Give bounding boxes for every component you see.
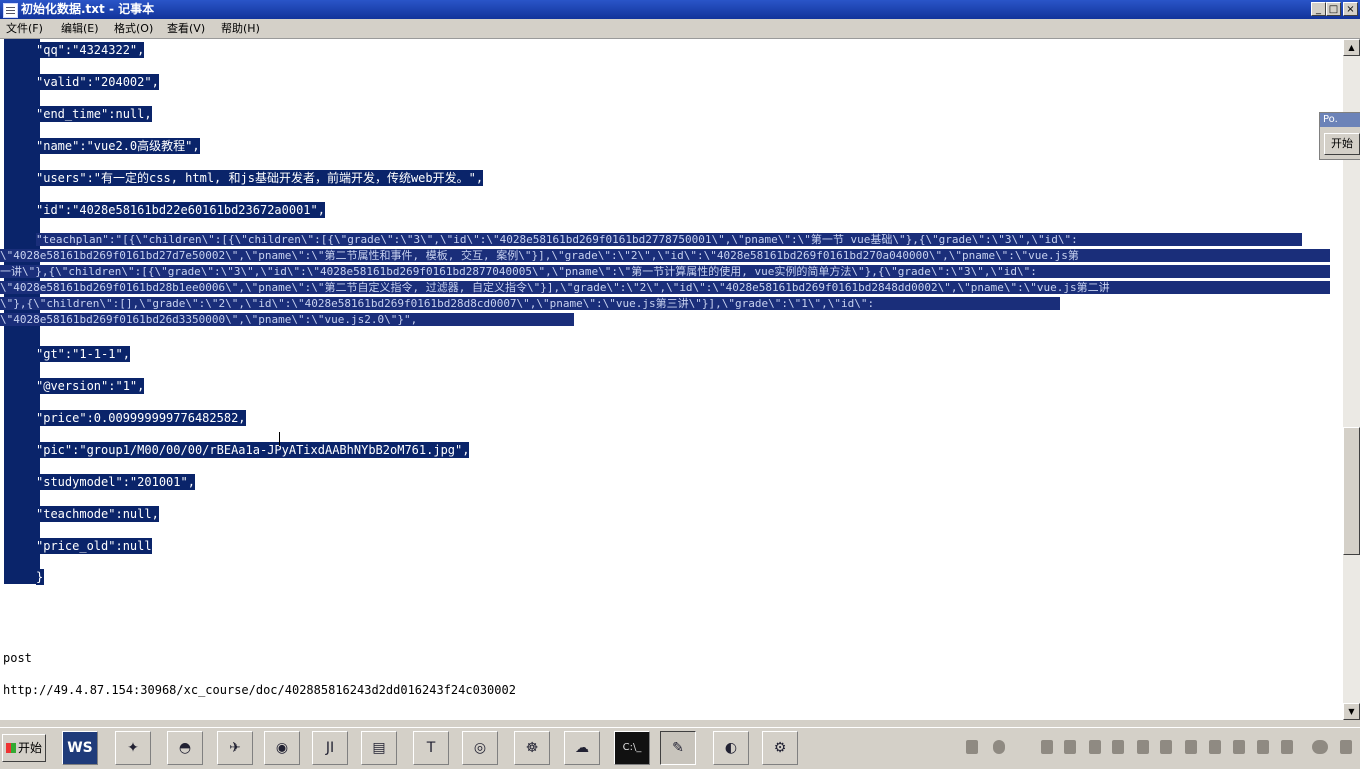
text-line: "name":"vue2.0高级教程", — [36, 138, 200, 154]
text-line: "teachmode":null, — [36, 506, 159, 522]
selection-gutter — [4, 39, 40, 584]
text-line: "price_old":null — [36, 538, 152, 554]
tray-icon[interactable] — [1041, 740, 1053, 754]
text-line: "studymodel":"201001", — [36, 474, 195, 490]
menu-bar: 文件(F) 编辑(E) 格式(O) 查看(V) 帮助(H) — [0, 19, 1360, 39]
notepad-taskbar-icon[interactable]: ✎ — [660, 731, 696, 765]
app-icon[interactable]: ▤ — [361, 731, 397, 765]
text-line: "users":"有一定的css, html, 和js基础开发者，前端开发，传统… — [36, 170, 484, 186]
tray-icon[interactable] — [1209, 740, 1221, 754]
tray-icon[interactable] — [1233, 740, 1245, 754]
scroll-down-button[interactable]: ▼ — [1343, 703, 1360, 720]
text-line: "price":0.009999999776482582, — [36, 410, 246, 426]
webstorm-icon[interactable]: WS — [62, 731, 98, 765]
help-icon[interactable] — [1312, 740, 1328, 754]
window-title: 初始化数据.txt - 记事本 — [21, 2, 155, 16]
tray-icon[interactable] — [1137, 740, 1149, 754]
tray-icon[interactable] — [1160, 740, 1172, 754]
start-button[interactable]: 开始 — [2, 734, 46, 762]
text-line: "valid":"204002", — [36, 74, 159, 90]
menu-view[interactable]: 查看(V) — [167, 19, 205, 38]
text-line: "gt":"1-1-1", — [36, 346, 130, 362]
minimize-button[interactable]: _ — [1311, 2, 1326, 16]
volume-icon[interactable] — [1257, 740, 1269, 754]
app-icon[interactable]: ◐ — [713, 731, 749, 765]
text-line: \"},{\"children\":[],\"grade\":\"2\",\"i… — [0, 297, 1060, 310]
menu-edit[interactable]: 编辑(E) — [61, 19, 99, 38]
start-label: 开始 — [18, 741, 43, 755]
close-button[interactable]: × — [1343, 2, 1358, 16]
bluetooth-icon[interactable] — [1185, 740, 1197, 754]
scroll-thumb[interactable] — [1343, 427, 1360, 555]
app-icon[interactable]: ◎ — [462, 731, 498, 765]
text-line: \"4028e58161bd269f0161bd26d3350000\",\"p… — [0, 313, 574, 326]
tray-icon[interactable] — [1064, 740, 1076, 754]
tray-icon[interactable] — [1112, 740, 1124, 754]
maximize-button[interactable]: □ — [1326, 2, 1341, 16]
taskbar: 开始 WS ✦ ◓ ✈ ◉ JI ▤ T ◎ ☸ ☁ C:\_ ✎ ◐ ⚙ — [0, 727, 1360, 769]
intellij-icon[interactable]: JI — [312, 731, 348, 765]
help-icon[interactable] — [993, 740, 1005, 754]
app-icon[interactable]: ◉ — [264, 731, 300, 765]
status-strip — [0, 720, 1360, 727]
text-editor[interactable]: "qq":"4324322", "valid":"204002", "end_t… — [0, 39, 1343, 720]
text-line: \"4028e58161bd269f0161bd28b1ee0006\",\"p… — [0, 281, 1330, 294]
text-line: "end_time":null, — [36, 106, 152, 122]
text-line: "id":"4028e58161bd22e60161bd23672a0001", — [36, 202, 325, 218]
text-line: 一讲\"},{\"children\":[{\"grade\":\"3\",\"… — [0, 265, 1330, 278]
menu-help[interactable]: 帮助(H) — [221, 19, 260, 38]
text-line: \"4028e58161bd269f0161bd27d7e50002\",\"p… — [0, 249, 1330, 262]
floating-panel: Po. 开始 — [1319, 112, 1360, 160]
app-icon[interactable]: ⚙ — [762, 731, 798, 765]
text-cursor — [279, 432, 280, 446]
tray-icon[interactable] — [966, 740, 978, 754]
text-line: "teachplan":"[{\"children\":[{\"children… — [36, 233, 1302, 246]
typora-icon[interactable]: T — [413, 731, 449, 765]
tray-icon[interactable] — [1340, 740, 1352, 754]
floating-start-button[interactable]: 开始 — [1324, 133, 1360, 155]
app-icon[interactable]: ✈ — [217, 731, 253, 765]
text-line: "@version":"1", — [36, 378, 145, 394]
scroll-up-button[interactable]: ▲ — [1343, 39, 1360, 56]
app-icon[interactable]: ✦ — [115, 731, 151, 765]
text-line: "qq":"4324322", — [36, 42, 145, 58]
app-icon[interactable]: ☁ — [564, 731, 600, 765]
tray-icon[interactable] — [1089, 740, 1101, 754]
text-line: } — [36, 569, 44, 585]
title-bar: 初始化数据.txt - 记事本 _ □ × — [0, 0, 1360, 19]
text-line: http://49.4.87.154:30968/xc_course/doc/4… — [3, 683, 516, 697]
text-line: "pic":"group1/M00/00/00/rBEAa1a-JPyATixd… — [36, 442, 470, 458]
app-icon[interactable]: ☸ — [514, 731, 550, 765]
floating-panel-title: Po. — [1320, 113, 1360, 127]
menu-file[interactable]: 文件(F) — [6, 19, 43, 38]
terminal-icon[interactable]: C:\_ — [614, 731, 650, 765]
windows-logo-icon — [6, 743, 16, 753]
menu-format[interactable]: 格式(O) — [114, 19, 153, 38]
text-line: post — [3, 651, 32, 665]
app-icon[interactable]: ◓ — [167, 731, 203, 765]
tray-icon[interactable] — [1281, 740, 1293, 754]
notepad-icon — [3, 3, 18, 18]
